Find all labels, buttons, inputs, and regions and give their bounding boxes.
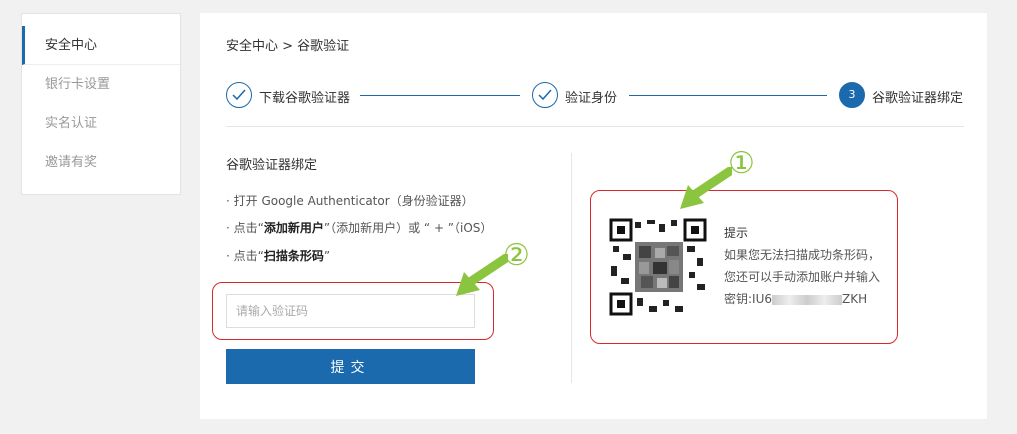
tip-line-1: 如果您无法扫描成功条形码， (724, 248, 881, 262)
verification-code-input[interactable] (226, 294, 475, 328)
step-2-label: 验证身份 (565, 91, 618, 106)
instruction-1: · 打开 Google Authenticator（身份验证器） (226, 194, 474, 208)
sidebar-item-bank-card[interactable]: 银行卡设置 (22, 65, 180, 104)
step-progress: 下载谷歌验证器 验证身份 3 谷歌验证器绑定 (226, 82, 964, 112)
sidebar-item-real-name[interactable]: 实名认证 (22, 104, 180, 143)
redacted-key-segment (772, 294, 843, 305)
sidebar-nav: 安全中心 银行卡设置 实名认证 邀请有奖 (21, 13, 181, 195)
main-panel: 安全中心 > 谷歌验证 下载谷歌验证器 验证身份 3 谷歌验证器绑定 谷歌验证器… (200, 13, 987, 419)
tip-title: 提示 (724, 226, 749, 240)
annotation-arrow-1-icon (680, 167, 732, 209)
tip-line-2: 您还可以手动添加账户并输入 (724, 270, 881, 284)
step-3-label: 谷歌验证器绑定 (872, 91, 964, 106)
instruction-2: · 点击“添加新用户”（添加新用户）或 “ + ”（iOS） (226, 221, 493, 235)
annotation-1: ① (728, 146, 755, 181)
sidebar-item-invite[interactable]: 邀请有奖 (22, 143, 180, 182)
step-connector (360, 95, 520, 96)
annotation-arrow-2-icon (456, 254, 508, 296)
step-3-number: 3 (839, 82, 865, 108)
step-connector (629, 95, 827, 96)
step-2-check-icon (532, 82, 558, 108)
sidebar-item-security-center[interactable]: 安全中心 (22, 26, 180, 65)
qr-code-icon (609, 218, 707, 316)
submit-button[interactable]: 提交 (226, 349, 475, 384)
step-1-label: 下载谷歌验证器 (259, 91, 351, 106)
secret-key: 密钥:IU6 ZKH (724, 292, 868, 306)
step-1-check-icon (226, 82, 252, 108)
section-title: 谷歌验证器绑定 (226, 158, 318, 173)
vertical-divider (571, 153, 572, 383)
instruction-3: · 点击“扫描条形码” (226, 249, 331, 263)
breadcrumb: 安全中心 > 谷歌验证 (226, 39, 350, 54)
divider (226, 126, 964, 127)
